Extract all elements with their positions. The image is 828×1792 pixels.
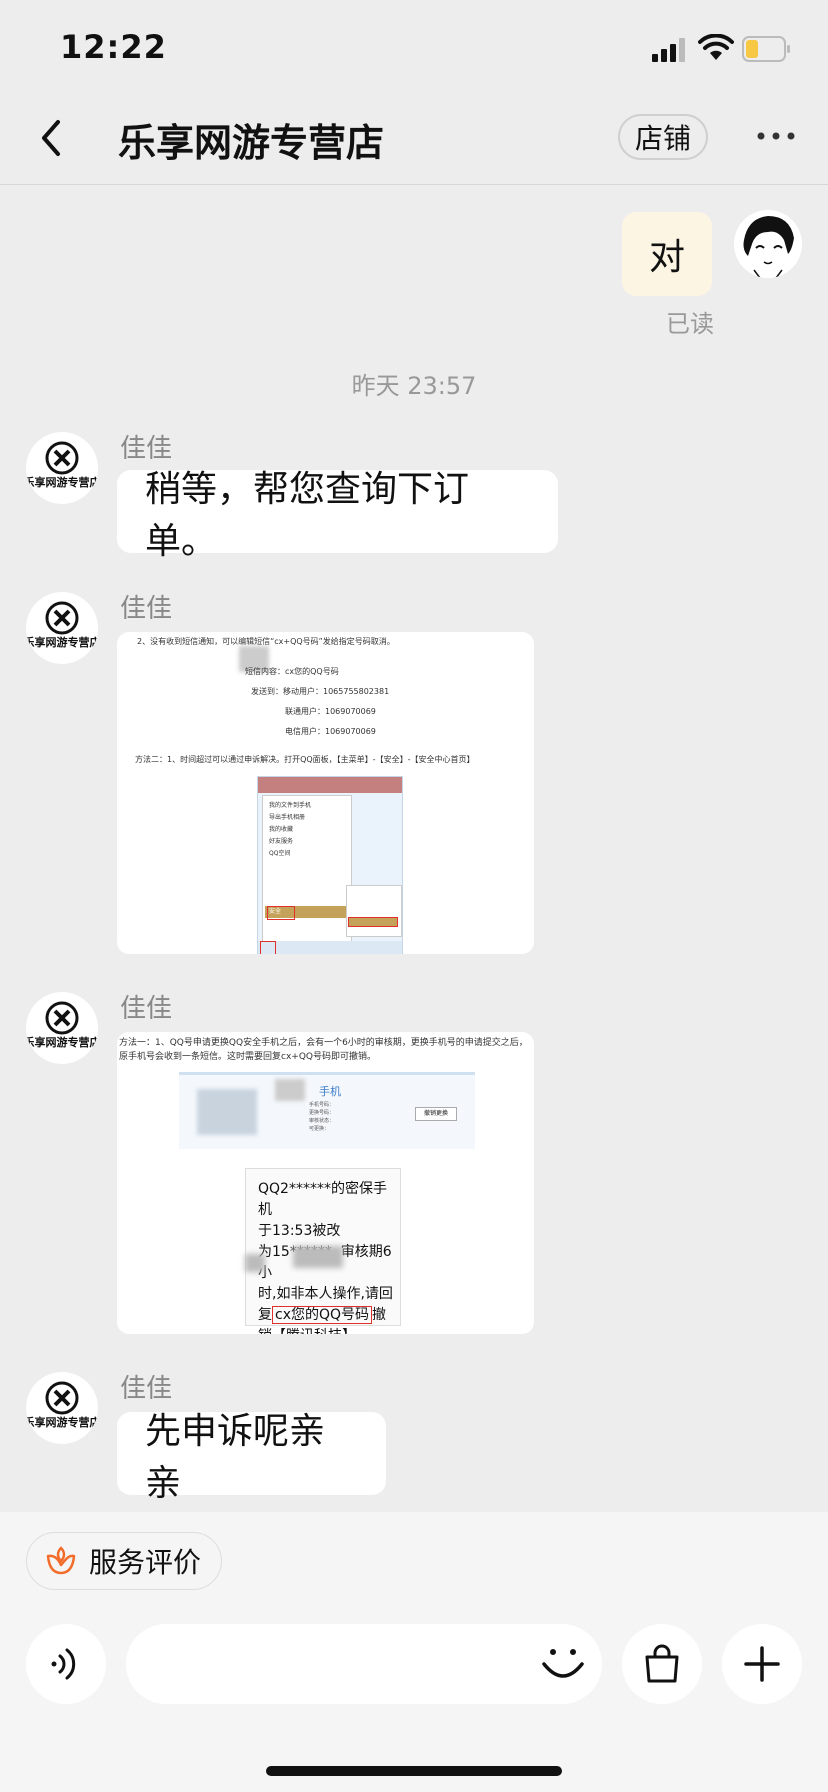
menu-item: QQ空间	[269, 850, 291, 857]
image-message[interactable]: 方法一：1、QQ号申请更换QQ安全手机之后，会有一个6小时的审核期，更换手机号的…	[117, 1032, 534, 1334]
shop-logo-text: 乐享网游专营店	[26, 635, 98, 649]
shop-avatar[interactable]: 乐享网游专营店	[26, 592, 98, 664]
blurred-region	[197, 1089, 257, 1135]
image-text: 短信内容：cx您的QQ号码	[245, 667, 339, 676]
my-message-bubble[interactable]: 对	[622, 212, 712, 296]
home-indicator	[266, 1766, 562, 1776]
status-time: 12:22	[60, 28, 167, 66]
sender-name: 佳佳	[120, 1374, 173, 1404]
phone-change-screenshot: 手机 手机号码： 更换号码： 审核状态： 可更换： 撤销更换	[179, 1072, 475, 1149]
image-text: 方法二：1、时间超过可以通过申诉解决。打开QQ面板，【主菜单】-【安全】-【安全…	[135, 755, 475, 764]
menu-item: 我的收藏	[269, 826, 294, 833]
voice-button[interactable]	[26, 1624, 106, 1704]
back-button[interactable]	[36, 118, 66, 158]
shop-logo-text: 乐享网游专营店	[26, 1035, 98, 1049]
shop-logo-text: 乐享网游专营店	[26, 1415, 98, 1429]
flower-icon	[46, 1546, 76, 1575]
read-status: 已读	[666, 310, 714, 338]
cellular-signal-icon	[652, 38, 685, 62]
qq-panel-screenshot: 我的文件到手机 导出手机相册 我的收藏 好友服务 QQ空间 安全	[257, 776, 403, 954]
blurred-region	[245, 1254, 265, 1272]
sms-line: 销【腾讯科技】	[258, 1326, 396, 1334]
message-bubble[interactable]: 稍等，帮您查询下订单。	[117, 469, 558, 562]
shop-button[interactable]: 店铺	[618, 114, 708, 160]
shopping-bag-icon	[645, 1644, 679, 1683]
service-rating-button[interactable]: 服务评价	[26, 1532, 222, 1590]
nav-divider	[0, 184, 828, 185]
image-message[interactable]: 2、没有收到短信通知，可以编辑短信“cx+QQ号码”发给指定号码取消。 短信内容…	[117, 632, 534, 954]
shop-avatar[interactable]: 乐享网游专营店	[26, 992, 98, 1064]
shopping-bag-button[interactable]	[622, 1624, 702, 1704]
add-button[interactable]	[722, 1624, 802, 1704]
blurred-region	[293, 1246, 343, 1268]
sms-highlight: cx您的QQ号码	[272, 1306, 373, 1324]
menu-item: 好友服务	[269, 838, 294, 845]
sms-line: 时,如非本人操作,请回	[258, 1286, 393, 1302]
blurred-region	[275, 1079, 305, 1101]
message-input[interactable]	[126, 1624, 602, 1704]
sms-line: QQ2******的密保手机	[258, 1181, 387, 1218]
menu-item: 我的文件到手机	[269, 802, 312, 809]
sms-line: 复	[258, 1307, 272, 1323]
image-text: 2、没有收到短信通知，可以编辑短信“cx+QQ号码”发给指定号码取消。	[137, 637, 395, 646]
plus-icon	[744, 1646, 780, 1682]
wifi-icon	[698, 34, 734, 60]
shop-avatar[interactable]: 乐享网游专营店	[26, 1372, 98, 1444]
emoji-icon[interactable]	[540, 1642, 586, 1688]
sms-line: 于13:53被改	[258, 1223, 341, 1239]
my-avatar[interactable]	[734, 210, 802, 278]
message-timestamp: 昨天 23:57	[351, 372, 477, 400]
image-text: 联通用户：1069070069	[285, 707, 376, 716]
more-icon[interactable]	[756, 128, 796, 144]
image-text: 手机	[319, 1085, 341, 1098]
sms-line: 撤	[372, 1307, 387, 1323]
image-text: 电信用户：1069070069	[285, 727, 376, 736]
image-text: 发送到：移动用户：1065755802381	[251, 687, 390, 696]
shop-avatar[interactable]: 乐享网游专营店	[26, 432, 98, 504]
battery-icon	[742, 36, 790, 62]
image-text: 方法一：1、QQ号申请更换QQ安全手机之后，会有一个6小时的审核期，更换手机号的…	[119, 1038, 528, 1062]
voice-icon	[51, 1648, 76, 1680]
sender-name: 佳佳	[120, 594, 173, 624]
shop-logo-text: 乐享网游专营店	[26, 475, 98, 489]
menu-item: 导出手机相册	[269, 814, 306, 821]
sender-name: 佳佳	[120, 994, 173, 1024]
service-rating-label: 服务评价	[89, 1546, 202, 1579]
page-title: 乐享网游专营店	[118, 121, 385, 165]
message-bubble[interactable]: 先申诉呢亲亲	[117, 1411, 386, 1504]
image-text: 撤销更换	[415, 1107, 457, 1121]
